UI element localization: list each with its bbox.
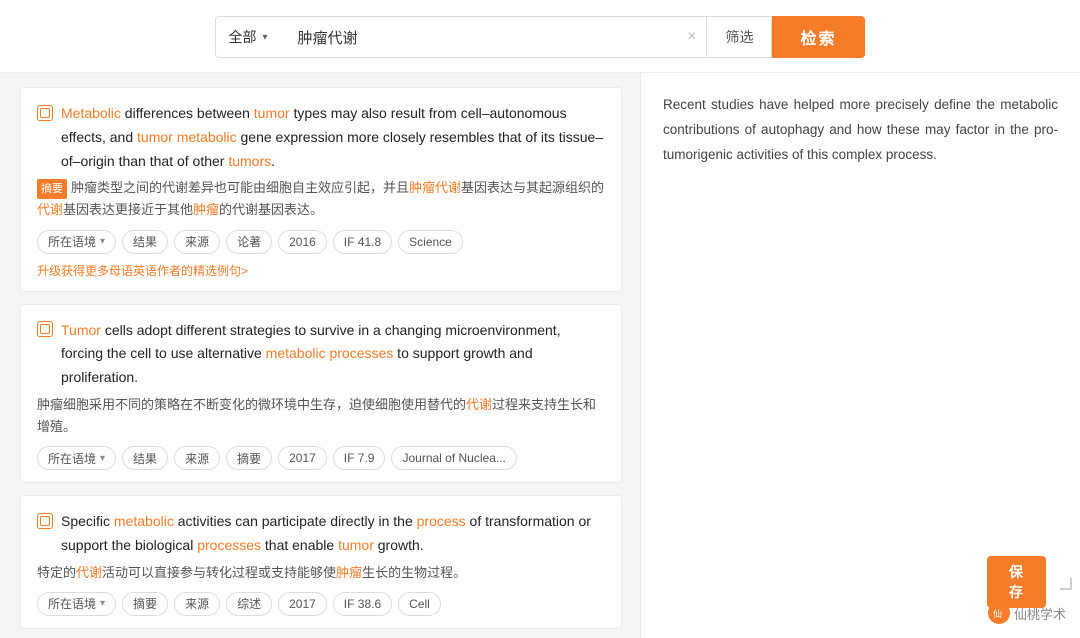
highlight: metabolic <box>177 129 237 145</box>
result-en-block-3: Specific metabolic activities can partic… <box>37 510 605 562</box>
highlight: tumor <box>338 537 374 553</box>
highlight: process <box>417 513 466 529</box>
svg-text:仙: 仙 <box>993 608 1002 619</box>
highlight: Tumor <box>61 322 101 338</box>
tag-type-2[interactable]: 摘要 <box>226 446 272 470</box>
result-en-text-1: Metabolic differences between tumor type… <box>61 102 605 173</box>
highlight: metabolic processes <box>266 345 394 361</box>
tag-context-3[interactable]: 所在语境 ▾ <box>37 592 116 616</box>
chevron-down-icon: ▾ <box>100 453 105 464</box>
highlight: tumor <box>137 129 173 145</box>
result-en-text-2: Tumor cells adopt different strategies t… <box>61 319 605 390</box>
highlight: 代谢 <box>76 565 102 580</box>
tag-year-2[interactable]: 2017 <box>278 446 327 470</box>
tag-source[interactable]: 来源 <box>174 230 220 254</box>
chevron-down-icon: ▾ <box>262 32 267 43</box>
result-item-3: Specific metabolic activities can partic… <box>20 495 622 629</box>
highlight: 代谢 <box>37 202 63 217</box>
highlight: Metabolic <box>61 105 121 121</box>
chevron-down-icon: ▾ <box>100 598 105 609</box>
result-item: Metabolic differences between tumor type… <box>20 87 622 292</box>
tag-if[interactable]: IF 41.8 <box>333 230 392 254</box>
tag-abstract-3[interactable]: 摘要 <box>122 592 168 616</box>
tag-context-2[interactable]: 所在语境 ▾ <box>37 446 116 470</box>
search-type-label: 全部 <box>228 27 256 47</box>
left-panel: Metabolic differences between tumor type… <box>0 73 640 638</box>
highlight: 肿瘤代谢 <box>409 180 461 195</box>
search-bar-inner: 全部 ▾ × 筛选 检索 <box>215 16 864 58</box>
tag-journal[interactable]: Science <box>398 230 463 254</box>
footer-area: 仙 仙桃学术 保存 <box>988 602 1066 624</box>
upgrade-link-1[interactable]: 升级获得更多母语英语作者的精选例句> <box>37 262 605 279</box>
save-button[interactable]: 保存 <box>987 556 1046 608</box>
highlight: tumors <box>228 153 271 169</box>
resize-handle[interactable] <box>1060 578 1072 590</box>
result-icon-3 <box>37 513 53 529</box>
tag-journal-2[interactable]: Journal of Nuclea... <box>391 446 516 470</box>
result-cn-text-1: 摘要肿瘤类型之间的代谢差异也可能由细胞自主效应引起，并且肿瘤代谢基因表达与其起源… <box>37 177 605 221</box>
search-button[interactable]: 检索 <box>772 16 864 58</box>
tag-row-2: 所在语境 ▾ 结果 来源 摘要 2017 IF 7.9 Journal of N… <box>37 446 605 470</box>
search-type-select[interactable]: 全部 ▾ <box>215 16 287 58</box>
result-cn-text-2: 肿瘤细胞采用不同的策略在不断变化的微环境中生存，迫使细胞使用替代的代谢过程来支持… <box>37 394 605 438</box>
tag-if-2[interactable]: IF 7.9 <box>333 446 386 470</box>
chevron-down-icon: ▾ <box>100 236 105 247</box>
tag-year[interactable]: 2016 <box>278 230 327 254</box>
tag-context[interactable]: 所在语境 ▾ <box>37 230 116 254</box>
highlight: metabolic <box>114 513 174 529</box>
highlight: 肿瘤 <box>193 202 219 217</box>
right-panel: Recent studies have helped more precisel… <box>640 73 1080 638</box>
tag-journal-3[interactable]: Cell <box>398 592 441 616</box>
tag-result-2[interactable]: 结果 <box>122 446 168 470</box>
tag-row-3: 所在语境 ▾ 摘要 来源 综述 2017 IF 38.6 Cell <box>37 592 605 616</box>
result-item-2: Tumor cells adopt different strategies t… <box>20 304 622 484</box>
result-icon-2 <box>37 321 53 337</box>
main-layout: Metabolic differences between tumor type… <box>0 73 1080 638</box>
result-en-block: Metabolic differences between tumor type… <box>37 102 605 177</box>
search-input[interactable] <box>297 29 679 46</box>
tag-if-3[interactable]: IF 38.6 <box>333 592 392 616</box>
tag-type-3[interactable]: 综述 <box>226 592 272 616</box>
tag-source-2[interactable]: 来源 <box>174 446 220 470</box>
highlight: 代谢 <box>466 397 492 412</box>
right-panel-text: Recent studies have helped more precisel… <box>663 93 1058 168</box>
tag-year-3[interactable]: 2017 <box>278 592 327 616</box>
result-icon-1 <box>37 105 53 121</box>
highlight: processes <box>197 537 261 553</box>
tag-type[interactable]: 论著 <box>226 230 272 254</box>
tag-result[interactable]: 结果 <box>122 230 168 254</box>
filter-button[interactable]: 筛选 <box>707 16 772 58</box>
cn-badge-1: 摘要 <box>37 179 67 200</box>
tag-row-1: 所在语境 ▾ 结果 来源 论著 2016 IF 41.8 Science <box>37 230 605 254</box>
result-en-block-2: Tumor cells adopt different strategies t… <box>37 319 605 394</box>
clear-icon[interactable]: × <box>687 28 696 46</box>
result-cn-text-3: 特定的代谢活动可以直接参与转化过程或支持能够使肿瘤生长的生物过程。 <box>37 562 605 584</box>
tag-source-3[interactable]: 来源 <box>174 592 220 616</box>
search-input-wrap: × <box>287 16 707 58</box>
highlight: 肿瘤 <box>336 565 362 580</box>
search-bar: 全部 ▾ × 筛选 检索 <box>0 0 1080 73</box>
highlight: tumor <box>254 105 290 121</box>
result-en-text-3: Specific metabolic activities can partic… <box>61 510 605 558</box>
